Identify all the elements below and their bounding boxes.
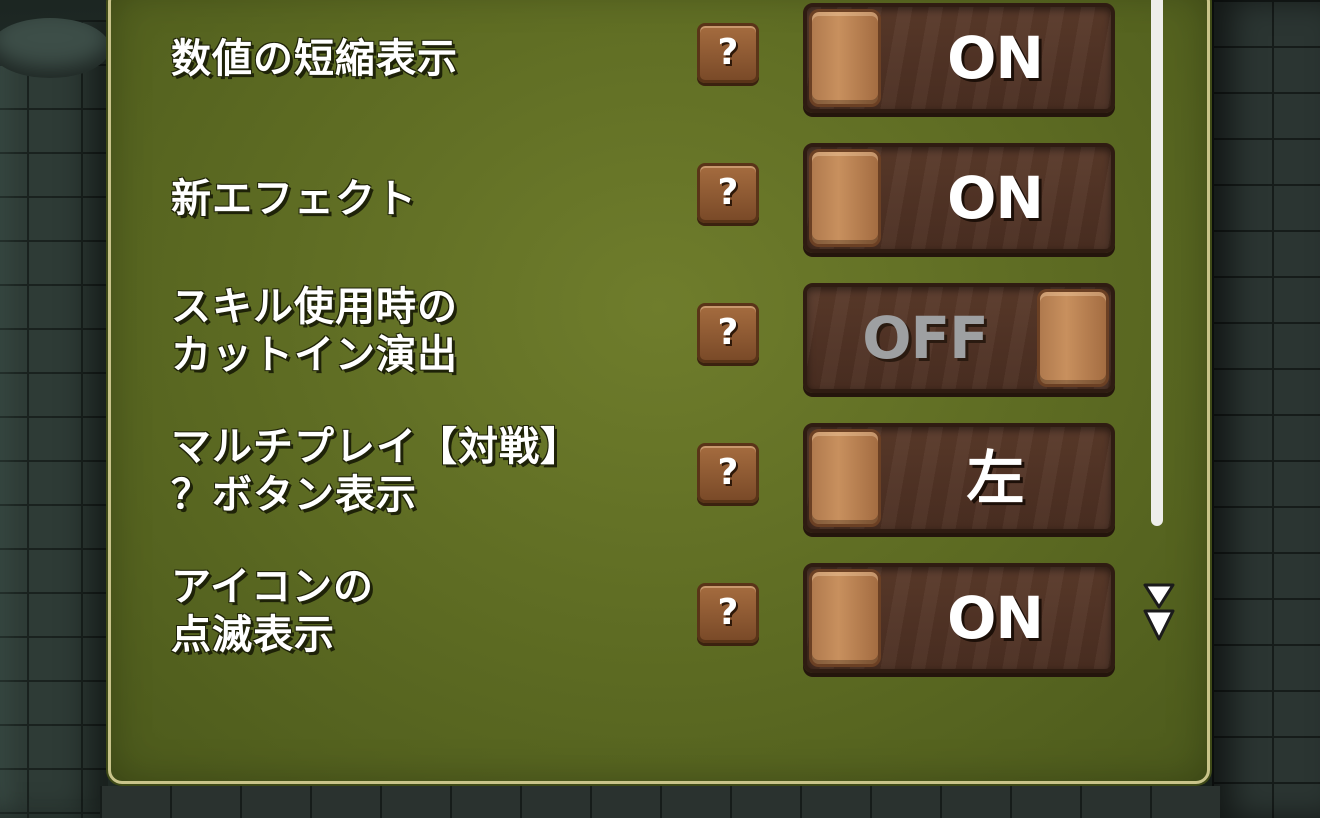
- question-mark-icon: ?: [717, 172, 739, 213]
- setting-label: スキル使用時の カットイン演出: [171, 284, 458, 378]
- settings-panel: 数値の短縮表示 ? ON 新エフェクト ? ON スキル使用時の カットイン演出…: [108, 0, 1210, 784]
- toggle-knob[interactable]: [809, 149, 881, 247]
- stone-floor: [100, 786, 1220, 818]
- setting-row-new-effect: 新エフェクト ? ON: [111, 131, 1207, 253]
- toggle-switch[interactable]: ON: [803, 563, 1115, 673]
- toggle-knob[interactable]: [809, 429, 881, 527]
- toggle-knob[interactable]: [809, 9, 881, 107]
- setting-row-cutin: スキル使用時の カットイン演出 ? OFF: [111, 271, 1207, 393]
- toggle-state: ON: [947, 164, 1044, 232]
- help-button[interactable]: ?: [697, 303, 759, 363]
- stone-wall-left: [0, 20, 108, 818]
- setting-row-icon-blink: アイコンの 点滅表示 ? ON: [111, 551, 1207, 673]
- question-mark-icon: ?: [717, 592, 739, 633]
- stone-wall-right: [1212, 0, 1320, 818]
- toggle-switch[interactable]: OFF: [803, 283, 1115, 393]
- toggle-switch[interactable]: 左: [803, 423, 1115, 533]
- scrollbar[interactable]: [1151, 0, 1163, 526]
- toggle-state: ON: [947, 24, 1044, 92]
- toggle-switch[interactable]: ON: [803, 3, 1115, 113]
- setting-label: 数値の短縮表示: [171, 36, 458, 82]
- help-button[interactable]: ?: [697, 23, 759, 83]
- question-mark-icon: ?: [717, 452, 739, 493]
- toggle-state: OFF: [862, 304, 989, 372]
- setting-row-multiplay-help-button: マルチプレイ【対戦】 ？ボタン表示 ? 左: [111, 411, 1207, 533]
- setting-label: マルチプレイ【対戦】 ？ボタン表示: [171, 424, 581, 518]
- setting-row-number-abbrev: 数値の短縮表示 ? ON: [111, 0, 1207, 113]
- help-button[interactable]: ?: [697, 163, 759, 223]
- toggle-switch[interactable]: ON: [803, 143, 1115, 253]
- setting-label: アイコンの 点滅表示: [171, 564, 374, 658]
- double-down-arrow-icon[interactable]: [1139, 583, 1179, 643]
- toggle-knob[interactable]: [809, 569, 881, 667]
- toggle-knob[interactable]: [1037, 289, 1109, 387]
- setting-label: 新エフェクト: [171, 176, 417, 222]
- toggle-state: 左: [966, 444, 1024, 512]
- help-button[interactable]: ?: [697, 583, 759, 643]
- question-mark-icon: ?: [717, 312, 739, 353]
- toggle-state: ON: [947, 584, 1044, 652]
- question-mark-icon: ?: [717, 32, 739, 73]
- help-button[interactable]: ?: [697, 443, 759, 503]
